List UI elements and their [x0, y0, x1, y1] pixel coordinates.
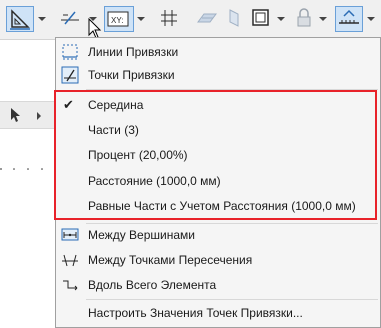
- coordinates-tool-button[interactable]: XY:: [104, 6, 134, 32]
- menu-separator: [86, 299, 378, 300]
- menu-item-label: Точки Привязки: [88, 68, 175, 82]
- chevron-down-icon[interactable]: [367, 17, 375, 21]
- selection-row[interactable]: [0, 101, 55, 129]
- plane-tool-button[interactable]: [194, 6, 220, 32]
- measure-tool-button[interactable]: [335, 6, 363, 32]
- menu-item-label: Середина: [88, 98, 144, 112]
- grid-icon: [161, 10, 177, 26]
- checkmark-icon: ✔: [63, 97, 74, 112]
- snap-points-tool-button[interactable]: [57, 6, 85, 32]
- snap-lines-icon: [62, 44, 78, 60]
- xy-coordinates-icon: XY:: [107, 11, 129, 27]
- menu-item-label: Между Точками Пересечения: [88, 253, 253, 267]
- lock-tool-button[interactable]: [293, 6, 315, 32]
- menu-item-along-element[interactable]: Вдоль Всего Элемента: [56, 274, 380, 296]
- between-vertices-icon: [61, 228, 79, 241]
- menu-item-between-vertices[interactable]: Между Вершинами: [56, 224, 380, 246]
- menu-item-equal-parts[interactable]: Равные Части с Учетом Расстояния (1000,0…: [56, 195, 380, 217]
- menu-item-parts[interactable]: Части (3): [56, 119, 380, 141]
- frame-tool-button[interactable]: [250, 6, 272, 32]
- menu-item-snap-lines[interactable]: Линии Привязки: [56, 41, 380, 63]
- menu-item-label: Расстояние (1000,0 мм): [88, 174, 221, 188]
- snap-points-icon: [61, 66, 79, 84]
- menu-item-label: Равные Части с Учетом Расстояния (1000,0…: [88, 199, 356, 213]
- menu-item-label: Настроить Значения Точек Привязки...: [88, 306, 303, 320]
- snap-points-icon: [61, 11, 79, 25]
- menu-item-snap-points[interactable]: Точки Привязки: [56, 64, 380, 86]
- arrow-cursor-icon: [11, 108, 20, 122]
- frame-icon: [252, 9, 269, 26]
- menu-item-label: Части (3): [88, 123, 139, 137]
- menu-item-middle[interactable]: ✔ Середина: [56, 94, 380, 116]
- chevron-right-icon[interactable]: [37, 112, 41, 120]
- plane-icon: [197, 13, 217, 23]
- menu-item-percent[interactable]: Процент (20,00%): [56, 144, 380, 166]
- parallelogram-icon: [229, 9, 239, 27]
- chevron-down-icon[interactable]: [319, 17, 327, 21]
- ruler: [0, 168, 43, 170]
- menu-item-label: Между Вершинами: [88, 228, 195, 242]
- grid-snap-tool-button[interactable]: [157, 6, 181, 32]
- menu-item-label: Линии Привязки: [88, 45, 179, 59]
- between-intersections-icon: [62, 254, 78, 267]
- snap-toolbar: XY:: [0, 0, 381, 40]
- chevron-down-icon[interactable]: [137, 17, 145, 21]
- chevron-down-icon[interactable]: [38, 17, 46, 21]
- along-element-icon: [63, 280, 78, 291]
- left-panel: [0, 40, 55, 328]
- menu-item-distance[interactable]: Расстояние (1000,0 мм): [56, 170, 380, 192]
- menu-item-label: Процент (20,00%): [88, 148, 188, 162]
- snap-dropdown-menu: Линии Привязки Точки Привязки ✔ Середина…: [54, 37, 381, 328]
- svg-text:XY:: XY:: [111, 16, 123, 25]
- triangle-ruler-icon: [10, 9, 30, 30]
- menu-item-configure[interactable]: Настроить Значения Точек Привязки...: [56, 302, 380, 324]
- lock-icon: [297, 8, 311, 27]
- menu-item-label: Вдоль Всего Элемента: [88, 278, 217, 292]
- measure-icon: [339, 9, 359, 24]
- parallelogram-tool-button[interactable]: [224, 6, 244, 32]
- menu-item-between-intersections[interactable]: Между Точками Пересечения: [56, 249, 380, 271]
- chevron-down-icon[interactable]: [277, 17, 285, 21]
- guide-lines-tool-button[interactable]: [6, 6, 34, 32]
